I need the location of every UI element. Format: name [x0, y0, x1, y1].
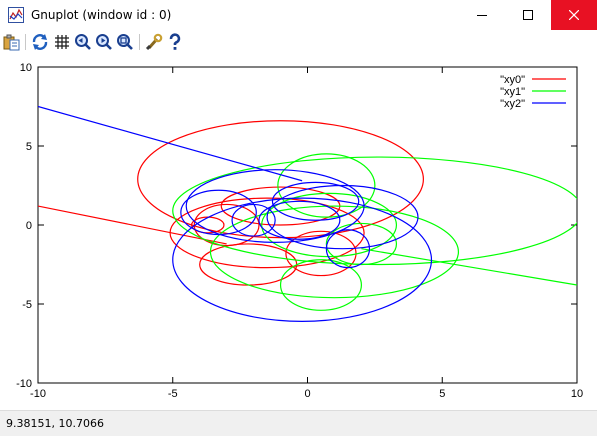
series-loop [137, 120, 424, 239]
title-bar: Gnuplot (window id : 0) [0, 0, 597, 30]
y-tick-label: 0 [26, 220, 32, 232]
x-tick-label: 10 [571, 388, 583, 400]
grid-icon[interactable] [53, 33, 71, 51]
legend-label: "xy0" [500, 74, 525, 86]
toolbar-separator [25, 34, 26, 50]
plot-border [37, 66, 578, 384]
series-loop [325, 222, 398, 266]
replot-icon[interactable] [31, 33, 49, 51]
status-bar: 9.38151, 10.7066 [0, 410, 597, 436]
window-title: Gnuplot (window id : 0) [31, 8, 172, 22]
toolbar-separator [139, 34, 140, 50]
plot-area[interactable]: -10 -5 0 5 10 -10 -5 0 5 10 "xy0" "xy1" "xy2" [0, 54, 597, 410]
x-tick-label: -10 [30, 388, 46, 400]
mouse-coordinates: 9.38151, 10.7066 [6, 417, 104, 430]
close-icon [569, 10, 579, 20]
toolbar [0, 30, 597, 54]
copy-to-clipboard-icon[interactable] [3, 33, 21, 51]
chart[interactable]: -10 -5 0 5 10 -10 -5 0 5 10 "xy0""xy1""xy2" [0, 54, 597, 410]
legend-label: "xy2" [500, 98, 525, 110]
help-icon[interactable] [166, 33, 184, 51]
series-2 [38, 105, 433, 322]
close-button[interactable] [551, 0, 597, 30]
series-loop [258, 200, 341, 240]
series-loop [172, 197, 433, 322]
y-tick-label: -5 [22, 299, 32, 311]
maximize-button[interactable] [505, 0, 551, 30]
y-tick-label: 10 [20, 62, 32, 74]
x-tick-label: 0 [304, 388, 310, 400]
zoom-next-icon[interactable] [95, 33, 113, 51]
x-tick-label: -5 [168, 388, 178, 400]
options-icon[interactable] [145, 33, 163, 51]
x-tick-label: 5 [439, 388, 445, 400]
maximize-icon [523, 10, 533, 20]
legend-label: "xy1" [500, 86, 525, 98]
y-tick-label: -10 [16, 378, 32, 390]
autoscale-icon[interactable] [116, 33, 134, 51]
y-tick-label: 5 [26, 141, 32, 153]
minimize-button[interactable] [459, 0, 505, 30]
series-line [361, 248, 577, 286]
gnuplot-app-icon[interactable] [8, 7, 24, 23]
zoom-previous-icon[interactable] [74, 33, 92, 51]
minimize-icon [477, 15, 487, 16]
